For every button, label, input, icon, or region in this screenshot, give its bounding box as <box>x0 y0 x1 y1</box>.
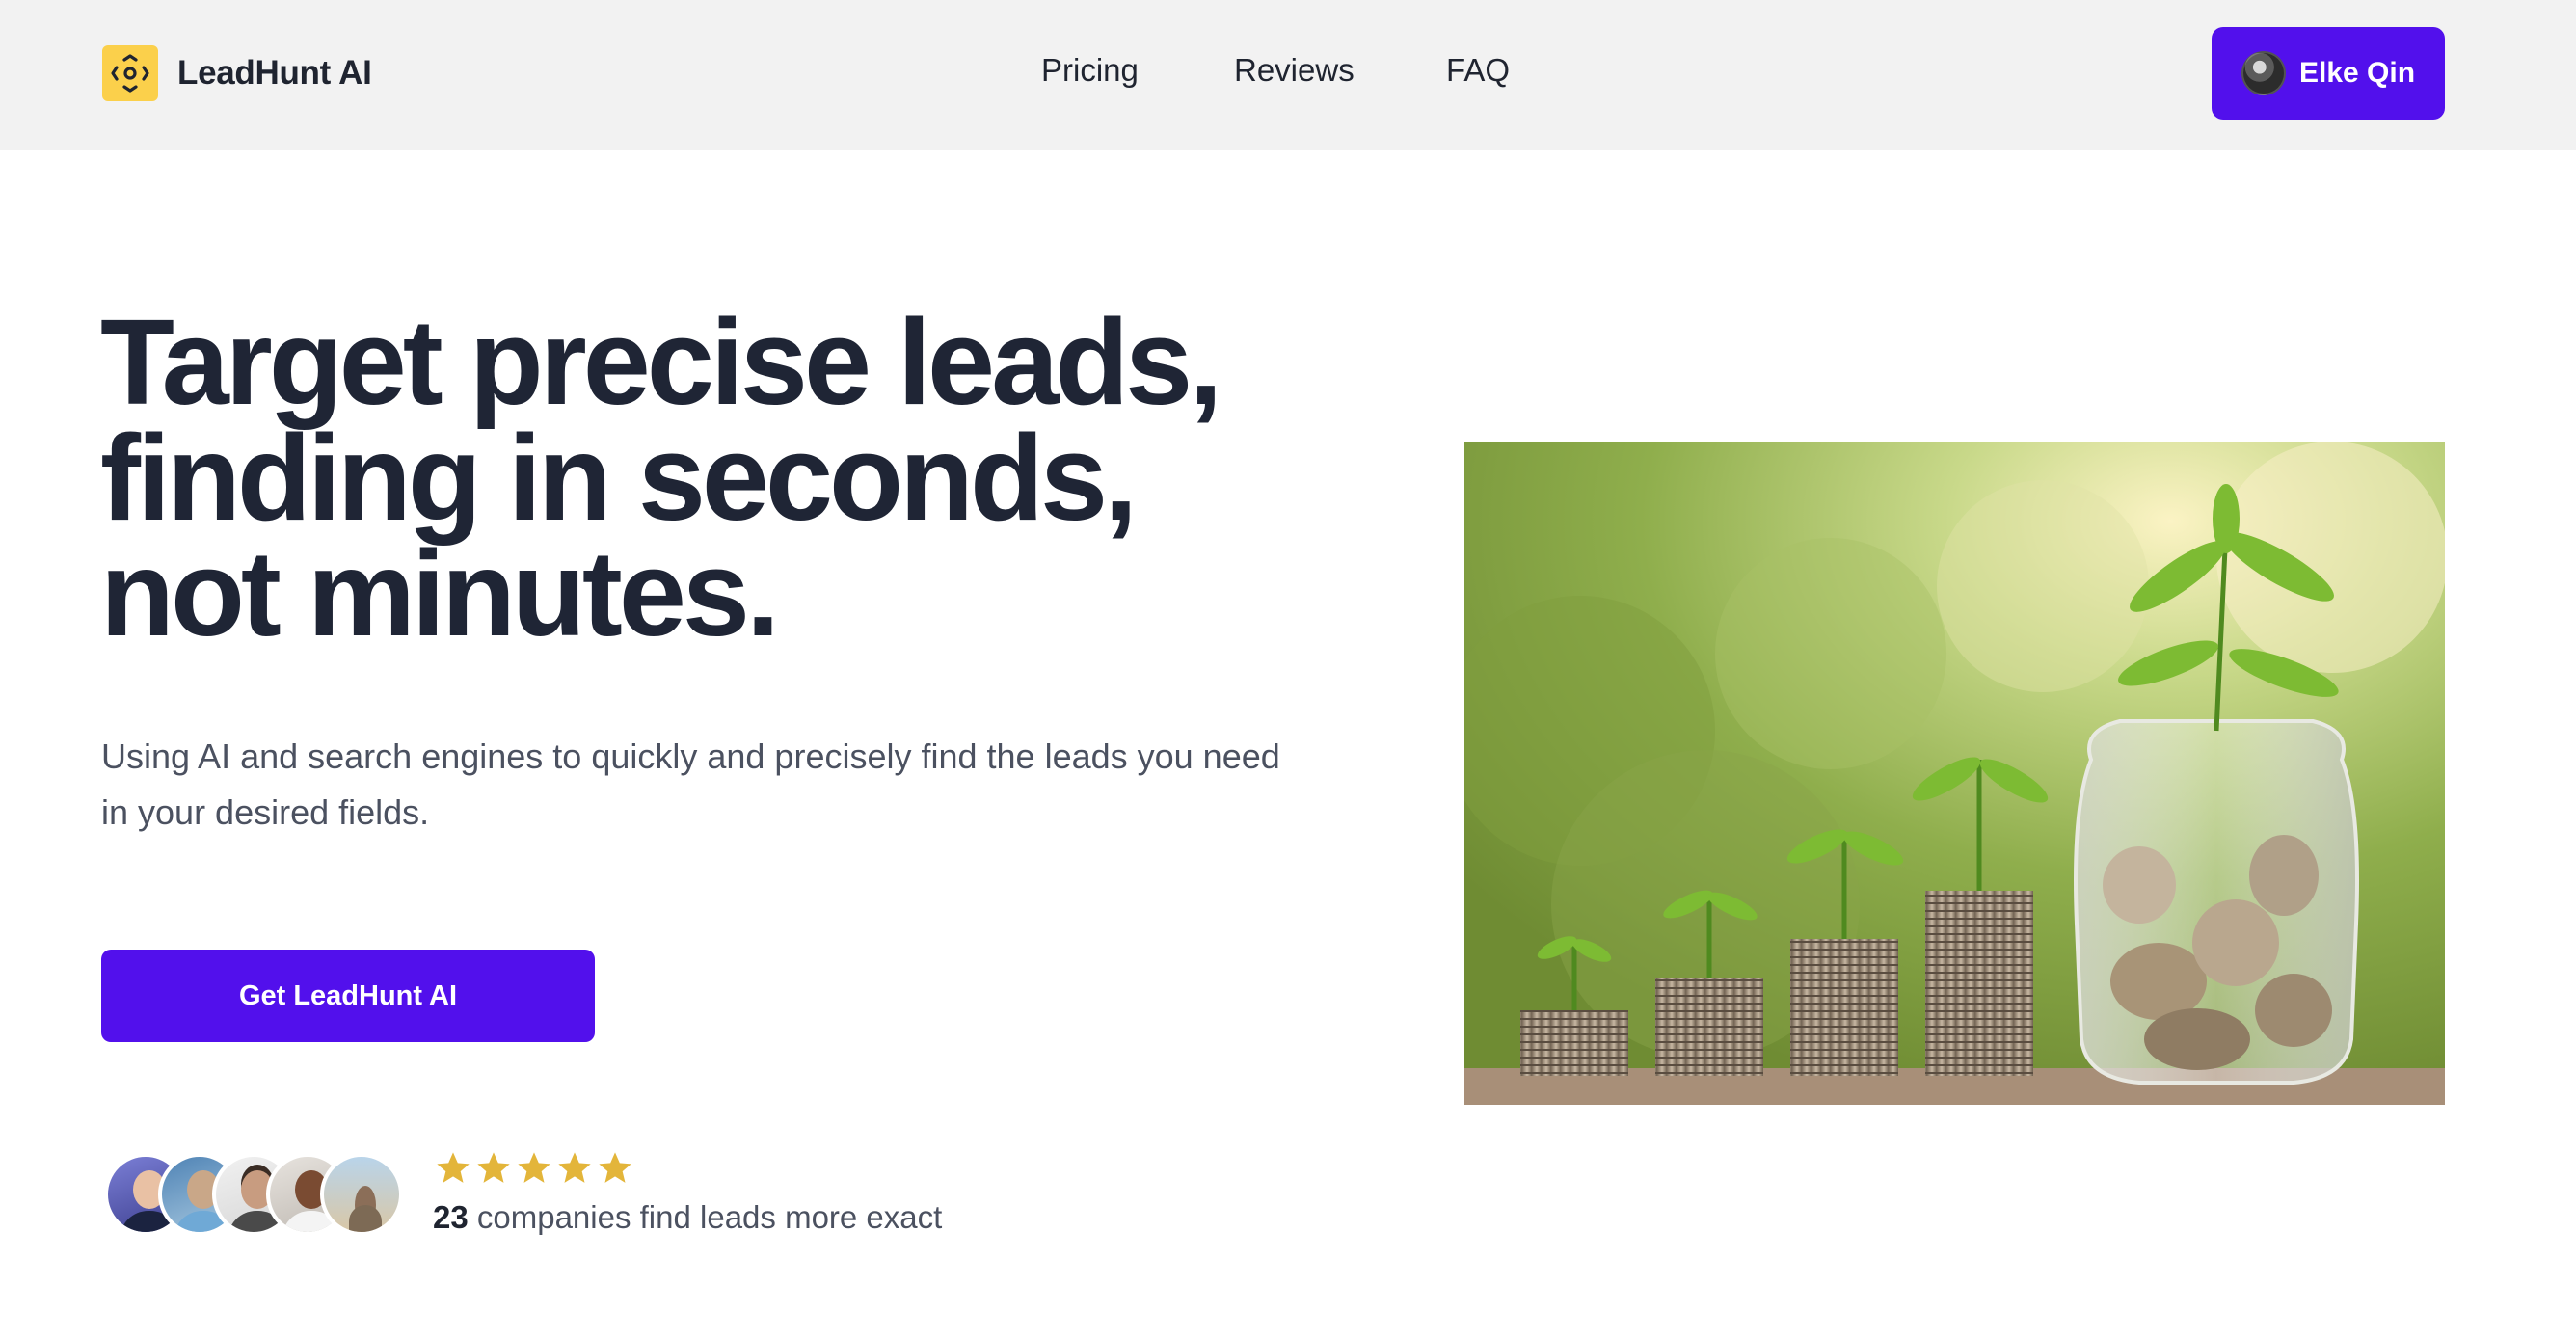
customer-avatars <box>104 1153 422 1236</box>
company-count: 23 <box>433 1199 469 1235</box>
star-icon <box>477 1152 510 1183</box>
customer-avatar <box>320 1153 403 1236</box>
user-name: Elke Qin <box>2298 57 2416 89</box>
headline-line-2: finding in seconds, <box>100 410 1138 546</box>
main-nav: Pricing Reviews FAQ <box>0 52 2576 94</box>
star-icon <box>558 1152 591 1183</box>
nav-link-reviews[interactable]: Reviews <box>1234 52 1355 89</box>
social-proof-label: companies find leads more exact <box>468 1199 943 1235</box>
hero-image <box>1464 442 2445 1105</box>
rating-stars <box>434 1149 634 1190</box>
user-avatar <box>2241 51 2286 95</box>
site-header: LeadHunt AI Pricing Reviews FAQ Elke Qin <box>0 0 2576 150</box>
user-account-button[interactable]: Elke Qin <box>2212 27 2445 120</box>
social-proof-text: 23 companies find leads more exact <box>433 1199 942 1236</box>
hero-subtext: Using AI and search engines to quickly a… <box>101 737 1280 832</box>
star-icon <box>518 1152 550 1183</box>
get-leadhunt-button[interactable]: Get LeadHunt AI <box>101 950 595 1042</box>
hero-headline: Target precise leads, finding in seconds… <box>100 294 1354 661</box>
nav-link-pricing[interactable]: Pricing <box>1041 52 1139 89</box>
star-icon <box>599 1152 631 1183</box>
nav-link-faq[interactable]: FAQ <box>1446 52 1510 89</box>
star-icon <box>437 1152 470 1183</box>
headline-line-1: Target precise leads, <box>100 294 1222 430</box>
headline-line-3: not minutes. <box>100 525 780 661</box>
